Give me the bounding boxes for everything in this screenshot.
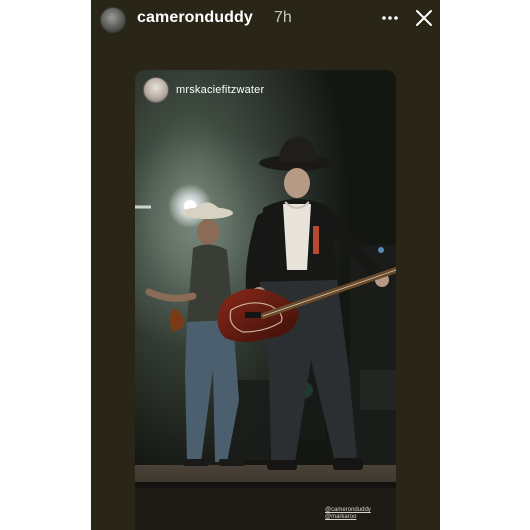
story-timestamp: 7h — [274, 9, 292, 26]
shared-post-username[interactable]: mrskaciefitzwater — [176, 84, 264, 96]
story-viewer[interactable]: cameronduddy 7h mrskaciefitzwater @camer… — [91, 0, 440, 530]
mention-tag[interactable]: @cameronduddy — [325, 507, 371, 513]
close-icon[interactable] — [414, 8, 434, 28]
mention-tag[interactable]: @markaroo — [325, 514, 356, 520]
story-header: cameronduddy 7h — [91, 0, 440, 38]
shared-post-card[interactable]: mrskaciefitzwater @cameronduddy @markaro… — [135, 70, 396, 530]
page: cameronduddy 7h mrskaciefitzwater @camer… — [0, 0, 530, 530]
story-author-avatar[interactable] — [100, 7, 126, 33]
shared-post-avatar[interactable] — [143, 77, 169, 103]
more-horizontal-icon[interactable] — [380, 10, 400, 26]
concert-photo — [135, 70, 396, 530]
story-author-username[interactable]: cameronduddy — [137, 9, 253, 27]
